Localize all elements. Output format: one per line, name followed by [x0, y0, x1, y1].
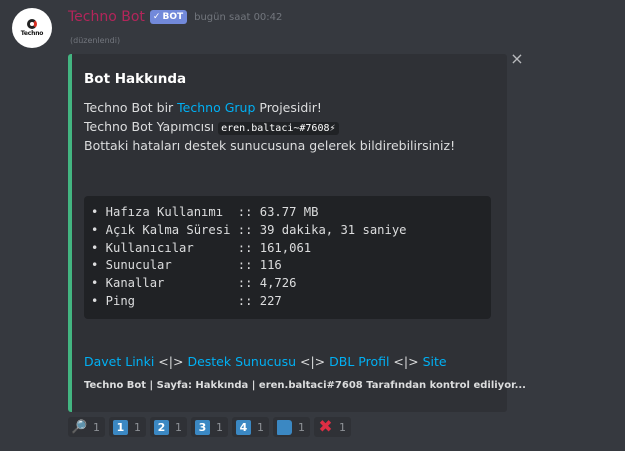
support-server-link[interactable]: Destek Sunucusu	[187, 354, 296, 369]
keycap-4-icon: 4	[236, 419, 251, 435]
reaction-magnifier[interactable]: 🔎 1	[68, 417, 105, 437]
bot-badge: ✓ BOT	[149, 10, 188, 24]
description-line-2: Techno Bot Yapımcısı eren.baltaci~#7608⚡	[84, 119, 339, 135]
reaction-count: 1	[339, 420, 346, 434]
stat-row: • Açık Kalma Süresi :: 39 dakika, 31 san…	[91, 222, 407, 237]
reaction-count: 1	[298, 420, 305, 434]
line2-prefix: Techno Bot Yapımcısı	[84, 119, 219, 134]
username[interactable]: Techno Bot	[68, 9, 145, 25]
stat-row: • Ping :: 227	[91, 293, 282, 308]
reaction-count: 1	[93, 420, 100, 434]
line1-suffix: Projesidir!	[255, 100, 322, 115]
description-line-1: Techno Bot bir Techno Grup Projesidir!	[84, 100, 322, 115]
description-line-3: Bottaki hataları destek sunucusuna geler…	[84, 138, 456, 153]
techno-grup-link[interactable]: Techno Grup	[177, 100, 255, 115]
logo-icon	[27, 19, 37, 29]
close-icon[interactable]: ×	[509, 51, 525, 67]
reaction-keycap-4[interactable]: 4 1	[232, 417, 269, 437]
separator: <|>	[296, 354, 330, 369]
reaction-count: 1	[216, 420, 223, 434]
stats-code-block: • Hafıza Kullanımı :: 63.77 MB • Açık Ka…	[84, 196, 491, 319]
reaction-keycap-1[interactable]: 1 1	[109, 417, 146, 437]
stat-row: • Sunucular :: 116	[91, 258, 282, 273]
stat-row: • Kanallar :: 4,726	[91, 276, 297, 291]
stat-row: • Kullanıcılar :: 161,061	[91, 240, 312, 255]
magnifier-icon: 🔎	[71, 419, 88, 435]
edited-label: (düzenlendi)	[70, 36, 121, 45]
invite-link[interactable]: Davet Linki	[84, 354, 154, 369]
developer-tag: eren.baltaci~#7608⚡	[218, 122, 339, 135]
keycap-2-icon: 2	[154, 419, 169, 435]
reaction-count: 1	[257, 420, 264, 434]
message-header: Techno Bot ✓ BOT bugün saat 00:42	[68, 9, 282, 25]
cross-mark-icon: ✖	[318, 417, 333, 437]
stat-row: • Hafıza Kullanımı :: 63.77 MB	[91, 205, 319, 219]
embed-title: Bot Hakkında	[84, 71, 187, 87]
links-line: Davet Linki <|> Destek Sunucusu <|> DBL …	[84, 354, 447, 369]
site-link[interactable]: Site	[423, 354, 447, 369]
check-icon: ✓	[152, 12, 161, 22]
reaction-keycap-3[interactable]: 3 1	[191, 417, 228, 437]
bot-badge-label: BOT	[162, 12, 184, 22]
message-timestamp[interactable]: bugün saat 00:42	[194, 12, 282, 23]
line1-prefix: Techno Bot bir	[84, 100, 178, 115]
embed-footer: Techno Bot | Sayfa: Hakkında | eren.balt…	[84, 380, 526, 391]
separator: <|>	[389, 354, 423, 369]
separator: <|>	[154, 354, 188, 369]
reaction-blue-book[interactable]: 1	[273, 417, 310, 437]
avatar-label: Techno	[20, 30, 44, 37]
reaction-keycap-2[interactable]: 2 1	[150, 417, 187, 437]
reaction-cross-mark[interactable]: ✖ 1	[314, 417, 351, 437]
reaction-count: 1	[134, 420, 141, 434]
bot-avatar[interactable]: Techno	[12, 8, 52, 48]
dbl-profile-link[interactable]: DBL Profil	[329, 354, 389, 369]
embed-card: Bot Hakkında Techno Bot bir Techno Grup …	[68, 54, 526, 412]
keycap-3-icon: 3	[195, 419, 210, 435]
blue-book-icon	[277, 419, 292, 435]
reactions-bar: 🔎 1 1 1 2 1 3 1 4 1 1 ✖ 1	[68, 417, 351, 437]
reaction-count: 1	[175, 420, 182, 434]
keycap-1-icon: 1	[113, 419, 128, 435]
